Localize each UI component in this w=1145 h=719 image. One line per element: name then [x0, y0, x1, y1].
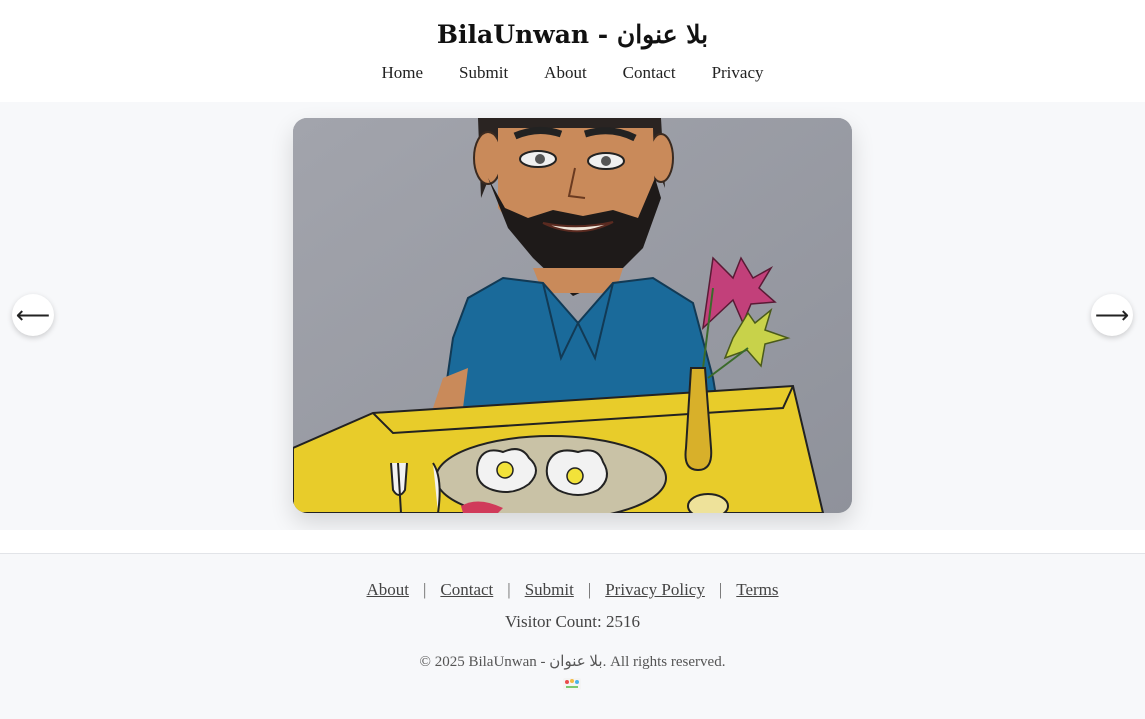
nav-about-link[interactable]: About: [544, 63, 587, 83]
nav-privacy-link[interactable]: Privacy: [712, 63, 764, 83]
colorful-badge-icon: [563, 678, 581, 690]
footer-about-link[interactable]: About: [366, 580, 409, 600]
section-divider: [0, 530, 1145, 554]
footer-terms-link[interactable]: Terms: [736, 580, 778, 600]
footer-submit-link[interactable]: Submit: [525, 580, 574, 600]
visitor-count: Visitor Count: 2516: [505, 612, 640, 631]
site-header: BilaUnwan - بلا عنوان Home Submit About …: [0, 0, 1145, 102]
footer-separator: |: [422, 580, 427, 599]
image-carousel: ⟵ ⟶: [0, 102, 1145, 530]
footer-links: About | Contact | Submit | Privacy Polic…: [0, 580, 1145, 600]
cartoon-drawing: [293, 118, 852, 513]
footer-separator: |: [507, 580, 511, 599]
footer-contact-link[interactable]: Contact: [440, 580, 493, 600]
footer-separator: |: [718, 580, 723, 599]
carousel-slide-image[interactable]: [293, 118, 852, 513]
footer-privacy-policy-link[interactable]: Privacy Policy: [605, 580, 705, 600]
nav-home-link[interactable]: Home: [382, 63, 424, 83]
footer-separator: |: [587, 580, 592, 599]
main-nav: Home Submit About Contact Privacy: [0, 63, 1145, 83]
site-title: BilaUnwan - بلا عنوان: [436, 20, 709, 49]
nav-contact-link[interactable]: Contact: [623, 63, 676, 83]
copyright-text: © 2025 BilaUnwan - بلا عنوان. All rights…: [419, 654, 726, 670]
nav-submit-link[interactable]: Submit: [459, 63, 508, 83]
carousel-next-button[interactable]: ⟶: [1091, 294, 1133, 336]
site-footer: About | Contact | Submit | Privacy Polic…: [0, 554, 1145, 719]
carousel-prev-button[interactable]: ⟵: [12, 294, 54, 336]
